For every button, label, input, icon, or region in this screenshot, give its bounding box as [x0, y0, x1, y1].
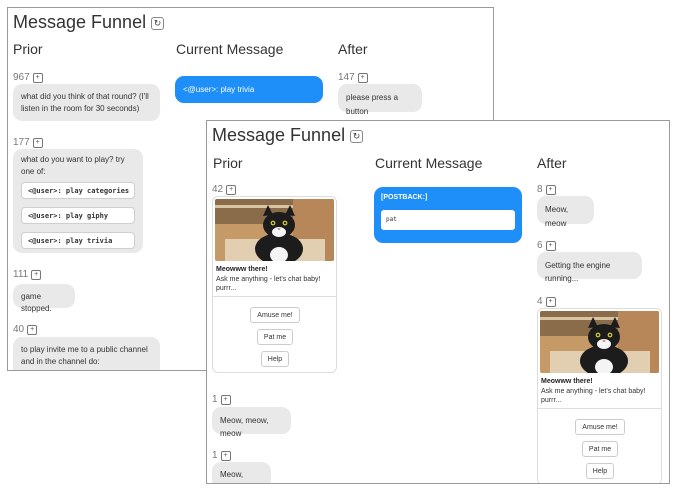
expand-icon[interactable]: +	[545, 297, 556, 307]
message-bubble: to play invite me to a public channel an…	[13, 337, 160, 370]
message-count: 42 +	[212, 184, 237, 195]
command-item: <@user>: play categories	[21, 182, 135, 199]
pat-me-button[interactable]: Pat me	[257, 329, 293, 345]
expand-icon[interactable]: +	[32, 138, 43, 148]
message-count: 6 +	[537, 240, 556, 251]
message-count: 1 +	[212, 450, 231, 461]
count-value: 111	[13, 269, 29, 280]
message-text: what do you want to play? try one of:	[21, 155, 125, 176]
card-divider	[213, 296, 336, 297]
count-value: 1	[212, 450, 218, 461]
count-value: 40	[13, 324, 25, 335]
expand-icon[interactable]: +	[220, 451, 231, 461]
count-value: 4	[537, 296, 543, 307]
column-header-after: After	[338, 41, 368, 57]
expand-icon[interactable]: +	[32, 73, 43, 83]
message-count: 967 +	[13, 72, 43, 83]
message-bubble: what do you want to play? try one of: <@…	[13, 149, 143, 253]
refresh-icon[interactable]: ↻	[151, 17, 165, 30]
card-title: Meowww there!	[541, 378, 593, 385]
expand-icon[interactable]: +	[545, 241, 556, 251]
current-message-bubble: <@user>: play trivia	[175, 76, 323, 103]
message-bubble: Meow, meow, meow	[212, 407, 291, 438]
count-value: 177	[13, 137, 30, 148]
panel-title-text: Message Funnel	[13, 12, 147, 32]
help-button[interactable]: Help	[586, 463, 614, 479]
count-value: 147	[338, 72, 355, 83]
message-bubble: Getting the engine running...	[537, 252, 642, 283]
help-button[interactable]: Help	[261, 351, 289, 367]
column-header-current: Current Message	[176, 41, 284, 57]
expand-icon[interactable]: +	[31, 270, 42, 280]
postback-label: [POSTBACK:]	[381, 194, 428, 201]
count-value: 42	[212, 184, 224, 195]
expand-icon[interactable]: +	[226, 185, 237, 195]
message-bubble: Meow, meow	[212, 462, 271, 483]
card-divider	[538, 408, 661, 409]
card-title: Meowww there!	[216, 266, 268, 273]
funnel-panel-front: Message Funnel ↻ Prior Current Message Af…	[206, 120, 670, 484]
message-count: 1 +	[212, 394, 231, 405]
panel-title-text: Message Funnel	[212, 125, 346, 145]
amuse-me-button[interactable]: Amuse me!	[575, 419, 625, 435]
count-value: 8	[537, 184, 543, 195]
expand-icon[interactable]: +	[27, 325, 38, 335]
count-value: 6	[537, 240, 543, 251]
column-header-prior: Prior	[13, 41, 43, 57]
command-item: <@user>: play giphy	[21, 207, 135, 224]
command-item: <@user>: play trivia	[21, 232, 135, 249]
column-header-after: After	[537, 155, 567, 171]
message-card: Meowww there! Ask me anything - let's ch…	[212, 196, 337, 373]
message-count: 8 +	[537, 184, 556, 195]
column-header-current: Current Message	[375, 155, 483, 171]
message-card: Meowww there! Ask me anything - let's ch…	[537, 308, 662, 483]
message-bubble: what did you think of that round? (I'll …	[13, 84, 160, 121]
expand-icon[interactable]: +	[545, 185, 556, 195]
count-value: 1	[212, 394, 218, 405]
card-text: Ask me anything - let's chat baby! purrr…	[541, 388, 646, 404]
cat-photo	[215, 199, 334, 261]
message-bubble: game stopped.	[13, 284, 75, 313]
message-count: 111 +	[13, 269, 42, 280]
message-count: 4 +	[537, 296, 556, 307]
amuse-me-button[interactable]: Amuse me!	[250, 307, 300, 323]
count-value: 967	[13, 72, 30, 83]
refresh-icon[interactable]: ↻	[350, 130, 364, 143]
message-bubble: Meow, meow	[537, 196, 594, 228]
current-message-bubble: [POSTBACK:] pat	[374, 187, 522, 243]
message-bubble: please press a button	[338, 84, 422, 116]
message-count: 147 +	[338, 72, 368, 83]
pat-me-button[interactable]: Pat me	[582, 441, 618, 457]
message-count: 177 +	[13, 137, 43, 148]
panel-title: Message Funnel ↻	[13, 12, 165, 33]
card-text: Ask me anything - let's chat baby! purrr…	[216, 276, 321, 292]
expand-icon[interactable]: +	[220, 395, 231, 405]
expand-icon[interactable]: +	[357, 73, 368, 83]
cat-photo	[540, 311, 659, 373]
message-count: 40 +	[13, 324, 38, 335]
panel-title: Message Funnel ↻	[212, 125, 364, 146]
postback-value: pat	[381, 210, 515, 230]
column-header-prior: Prior	[213, 155, 243, 171]
